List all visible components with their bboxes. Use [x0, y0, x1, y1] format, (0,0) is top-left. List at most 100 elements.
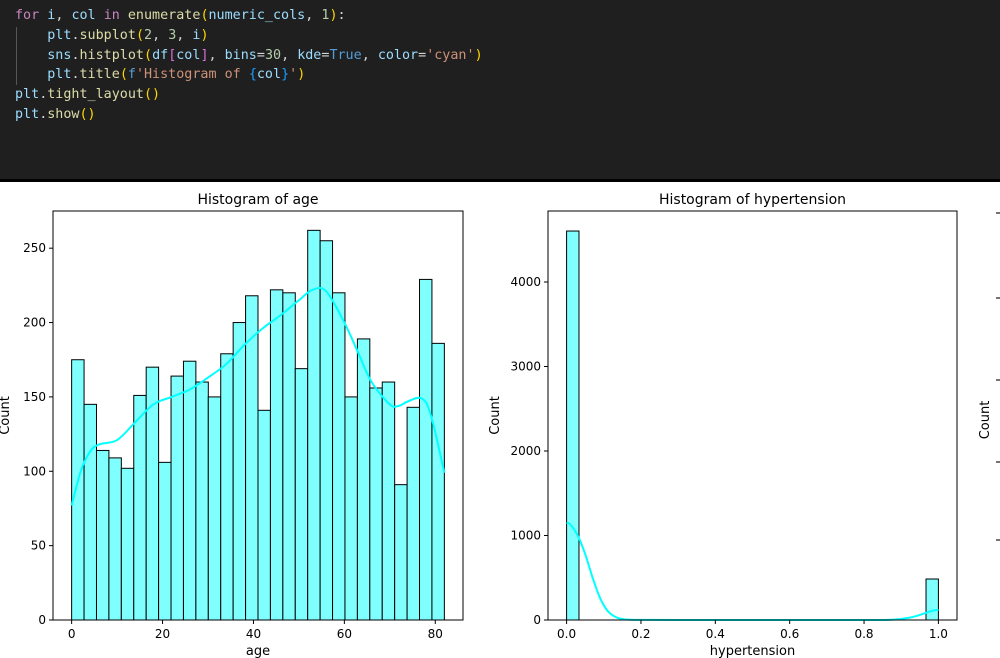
code-token: df	[152, 47, 169, 63]
histogram-bar	[232, 322, 247, 621]
code-token: show	[47, 106, 80, 122]
code-token: plt	[15, 87, 40, 103]
code-token: (	[200, 8, 209, 23]
x-tick-label: 0.2	[631, 627, 650, 641]
code-token: (	[119, 67, 128, 83]
code-token: color	[377, 47, 419, 63]
histogram-bar	[257, 409, 271, 621]
third-histogram-partial: Count	[978, 212, 1000, 541]
x-tick-label: 80	[428, 627, 443, 641]
y-tick-label: 3000	[510, 359, 541, 373]
histogram-bar	[95, 449, 110, 621]
chart-title: Histogram of age	[197, 192, 318, 208]
kde-line	[566, 521, 939, 622]
axes-frame	[547, 210, 958, 621]
code-token: plt	[47, 27, 72, 43]
histogram-bar	[158, 461, 172, 621]
code-token: '	[289, 67, 298, 83]
histogram-bar	[71, 359, 85, 621]
y-tick-label: 0	[38, 613, 46, 627]
code-token: kde	[297, 47, 322, 63]
y-axis-label: Count	[0, 396, 13, 435]
code-line: plt.subplot(2, 3, i)	[15, 26, 483, 46]
y-tick-label: 250	[23, 241, 46, 255]
code-token: numeric_cols	[208, 8, 306, 23]
code-token: for	[15, 8, 40, 23]
code-token: ,	[55, 8, 72, 23]
code-editor[interactable]: for i, col in enumerate(numeric_cols, 1)…	[15, 6, 483, 125]
code-token: ,	[176, 27, 193, 43]
x-tick-label: 0.4	[706, 627, 725, 641]
code-token: col	[256, 67, 282, 83]
histogram-bar	[925, 578, 939, 621]
code-token: sns	[47, 47, 72, 63]
histogram-bar	[356, 338, 371, 621]
y-tick-label: 2000	[510, 444, 541, 458]
x-tick-label: 20	[155, 627, 170, 641]
code-token: ()	[79, 106, 96, 122]
code-line: plt.tight_layout()	[15, 85, 483, 105]
x-tick-label: 1.0	[929, 627, 948, 641]
code-token: )	[200, 27, 209, 43]
y-tick-label: 150	[23, 390, 46, 404]
code-token: .	[71, 47, 80, 63]
code-line: sns.histplot(df[col], bins=30, kde=True,…	[15, 46, 482, 66]
code-token: (	[144, 47, 153, 63]
code-token: }	[281, 67, 290, 83]
y-tick-label: 50	[31, 539, 46, 553]
histogram-bar	[394, 484, 408, 621]
y-tick-label: 0	[533, 613, 541, 627]
code-token: ()	[144, 87, 161, 103]
histogram-bar	[294, 368, 309, 621]
histogram-bar	[83, 403, 97, 621]
histogram-bar	[332, 292, 346, 621]
code-token: in	[103, 8, 120, 23]
histogram-bar	[269, 289, 284, 621]
code-token: 'cyan'	[426, 47, 475, 63]
histogram-bar	[381, 381, 396, 621]
x-tick-label: 0.6	[780, 627, 799, 641]
chart-title: Histogram of hypertension	[659, 192, 846, 208]
y-tick-label: 4000	[510, 275, 541, 289]
histogram-bar	[133, 394, 147, 621]
code-token: plt	[47, 67, 72, 83]
code-token: tight_layout	[47, 87, 144, 103]
code-token: .	[71, 27, 80, 43]
code-token: 30	[264, 47, 282, 63]
histogram-bar	[195, 381, 209, 621]
x-tick-label: 0	[68, 627, 76, 641]
code-line: plt.show()	[15, 105, 483, 125]
code-token: )	[329, 8, 338, 23]
code-token: 2	[144, 27, 153, 43]
code-token: title	[79, 67, 120, 83]
code-token: col	[71, 8, 96, 23]
code-token: )	[297, 67, 306, 83]
y-tick-label: 1000	[510, 528, 541, 542]
x-tick-label: 0.0	[557, 627, 576, 641]
code-token: .	[71, 67, 80, 83]
code-token: histplot	[79, 47, 145, 63]
x-tick-label: 60	[337, 627, 352, 641]
histogram-bar	[120, 467, 135, 621]
code-token: ,	[281, 47, 298, 63]
y-axis-label: Count	[488, 396, 503, 435]
histogram-bar	[406, 406, 421, 621]
code-token: ]	[200, 47, 209, 63]
code-token: col	[176, 47, 201, 63]
histogram-bar	[369, 387, 383, 621]
code-token: :	[337, 8, 346, 23]
code-token: ,	[208, 47, 225, 63]
histogram-bar	[431, 342, 445, 621]
code-token: 'Histogram of	[135, 67, 249, 83]
code-token: =	[418, 47, 427, 63]
code-cell[interactable]: for i, col in enumerate(numeric_cols, 1)…	[0, 0, 1000, 181]
histogram-bar	[207, 396, 222, 621]
code-token: ,	[152, 27, 169, 43]
x-tick-label: 40	[246, 627, 261, 641]
code-token: =	[256, 47, 265, 63]
